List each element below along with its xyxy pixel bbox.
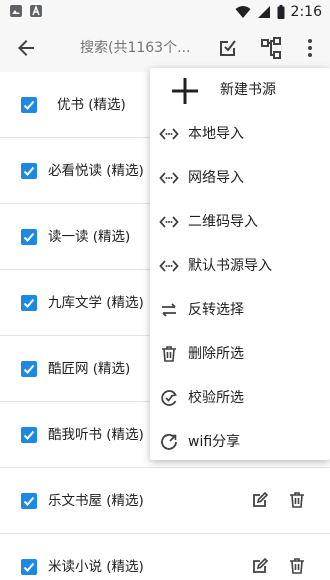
checkbox[interactable]: [21, 493, 37, 509]
menu-item-label: 校验所选: [188, 390, 244, 406]
menu-item-network-import[interactable]: 网络导入: [150, 156, 330, 200]
menu-item-invert-selection[interactable]: 反转选择: [150, 288, 330, 332]
menu-item-label: 网络导入: [188, 170, 244, 186]
source-name: 九库文学 (精选): [48, 295, 144, 311]
menu-item-label: 反转选择: [188, 302, 244, 318]
status-bar: 2:16: [0, 0, 330, 24]
group-icon[interactable]: [259, 36, 283, 60]
refresh-icon: [161, 434, 177, 450]
checkbox[interactable]: [21, 163, 37, 179]
source-name: 乐文书屋 (精选): [48, 493, 144, 509]
back-arrow-icon[interactable]: [14, 36, 38, 60]
checkbox[interactable]: [21, 97, 37, 113]
menu-item-new-source[interactable]: 新建书源: [150, 68, 330, 112]
menu-item-qrcode-import[interactable]: 二维码导入: [150, 200, 330, 244]
trash-icon: [162, 346, 176, 362]
code-icon: [159, 172, 179, 184]
code-icon: [159, 128, 179, 140]
photo-icon: [10, 5, 22, 17]
menu-item-label: 新建书源: [220, 82, 276, 98]
clock: 2:16: [290, 4, 322, 20]
checkbox[interactable]: [21, 229, 37, 245]
screen: 2:16 优书 (精选) 必看悦读 (: [0, 0, 330, 580]
search-input[interactable]: [80, 36, 190, 60]
battery-icon: [277, 5, 285, 19]
checkbox[interactable]: [21, 361, 37, 377]
code-icon: [159, 216, 179, 228]
verify-icon: [161, 390, 177, 406]
checkbox[interactable]: [21, 295, 37, 311]
checkbox[interactable]: [21, 427, 37, 443]
plus-icon: [172, 78, 198, 104]
menu-item-label: 删除所选: [188, 346, 244, 362]
menu-item-delete-selected[interactable]: 删除所选: [150, 332, 330, 376]
source-name: 酷匠网 (精选): [48, 361, 131, 377]
more-vert-icon[interactable]: [298, 36, 322, 60]
menu-item-label: wifi分享: [188, 434, 241, 450]
menu-item-label: 二维码导入: [188, 214, 258, 230]
source-name: 读一读 (精选): [48, 229, 131, 245]
delete-icon[interactable]: [287, 556, 307, 576]
menu-item-wifi-share[interactable]: wifi分享: [150, 420, 330, 464]
edit-icon[interactable]: [250, 556, 270, 576]
overflow-menu: 新建书源 本地导入 网络导入 二维码导入 默认书源导入 反转选择 删除所选 校验…: [150, 68, 330, 460]
menu-item-local-import[interactable]: 本地导入: [150, 112, 330, 156]
wifi-icon: [235, 6, 251, 18]
menu-item-label: 默认书源导入: [188, 258, 272, 274]
signal-icon: [257, 6, 270, 18]
menu-item-verify-selected[interactable]: 校验所选: [150, 376, 330, 420]
notification-icons: [10, 5, 42, 17]
source-name: 米读小说 (精选): [48, 559, 144, 575]
source-name: 酷我听书 (精选): [48, 427, 144, 443]
list-item[interactable]: 米读小说 (精选): [0, 534, 330, 580]
list-item[interactable]: 乐文书屋 (精选): [0, 468, 330, 534]
delete-icon[interactable]: [287, 490, 307, 510]
source-name: 必看悦读 (精选): [48, 163, 144, 179]
system-icons: 2:16: [235, 3, 322, 21]
code-icon: [159, 260, 179, 272]
select-all-icon[interactable]: [216, 36, 240, 60]
menu-item-label: 本地导入: [188, 126, 244, 142]
checkbox[interactable]: [21, 559, 37, 575]
swap-icon: [162, 303, 176, 317]
menu-item-default-import[interactable]: 默认书源导入: [150, 244, 330, 288]
edit-icon[interactable]: [250, 490, 270, 510]
text-icon: [30, 5, 42, 17]
source-name: 优书 (精选): [57, 97, 126, 113]
toolbar: [0, 24, 330, 72]
